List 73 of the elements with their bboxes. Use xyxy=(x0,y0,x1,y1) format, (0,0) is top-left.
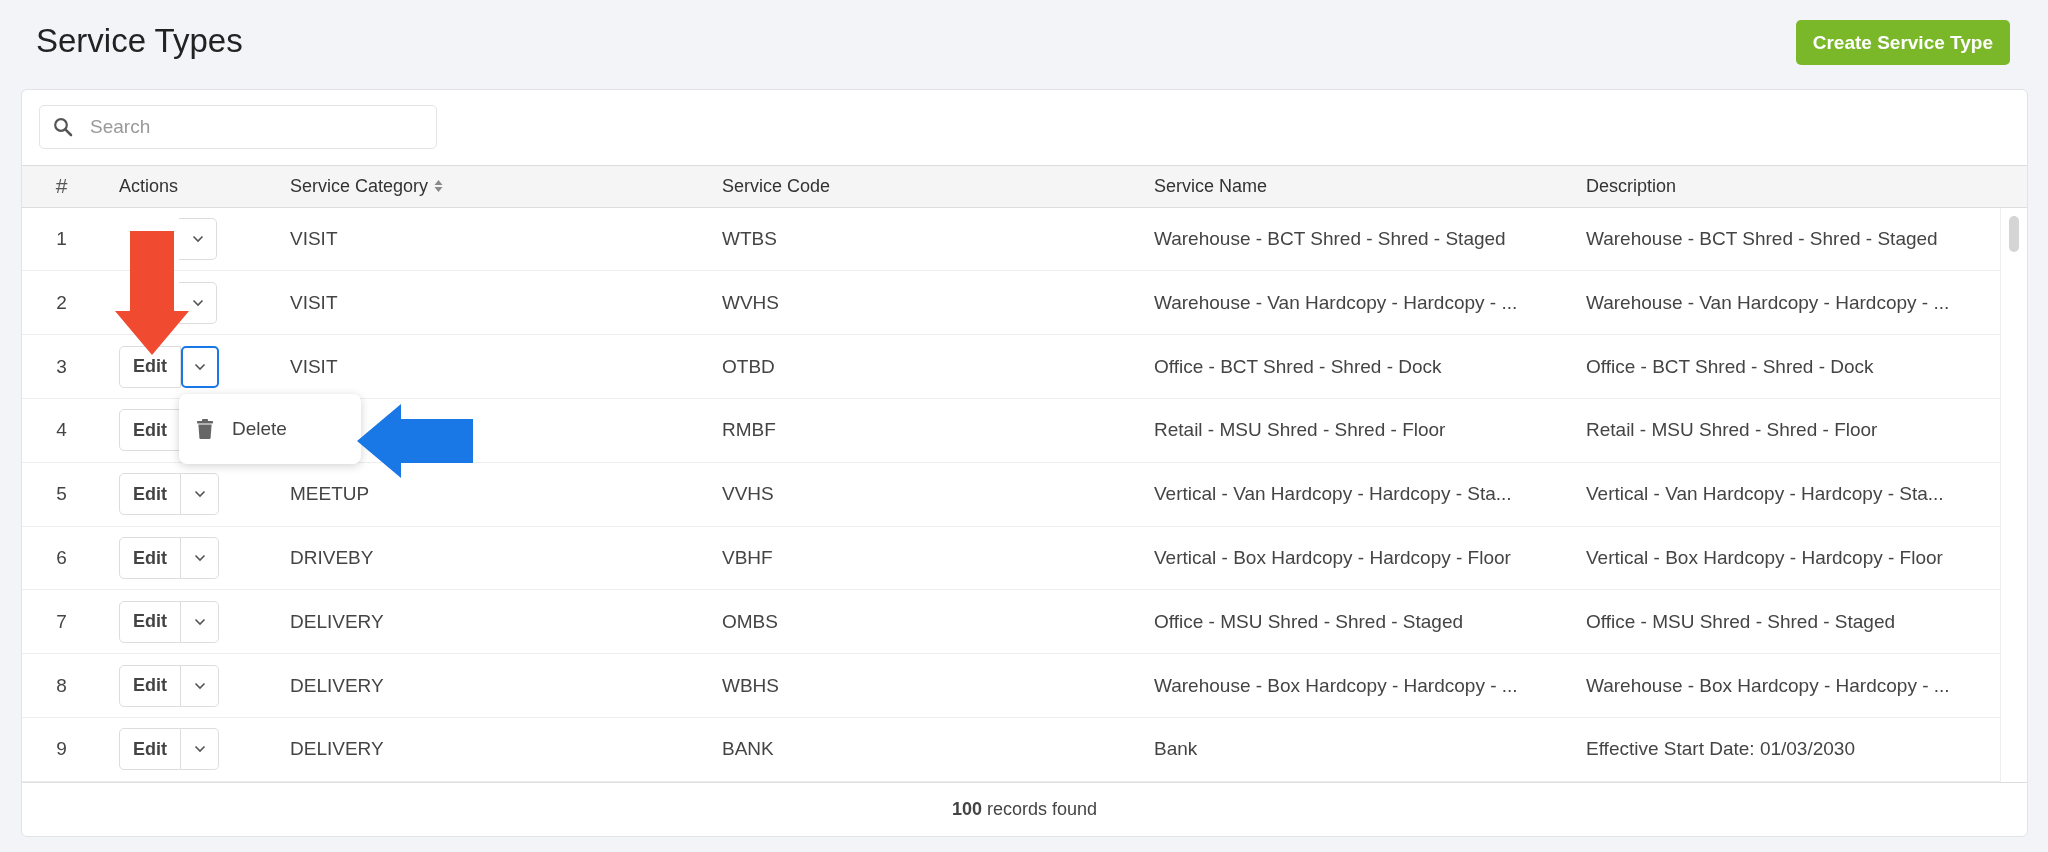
dropdown-toggle[interactable] xyxy=(181,345,219,388)
row-number: 6 xyxy=(56,547,67,570)
table-cell: RMBF xyxy=(722,419,776,442)
table-cell: OTBD xyxy=(722,355,775,378)
column-header[interactable]: Service Category xyxy=(290,175,429,197)
edit-button[interactable]: Edit xyxy=(119,728,181,771)
edit-button[interactable]: Edit xyxy=(119,473,181,516)
row-number: 2 xyxy=(56,291,67,314)
caret-icon xyxy=(193,617,206,626)
table-cell: Warehouse - BCT Shred - Shred - Staged xyxy=(1154,228,1506,251)
table-cell: VBHF xyxy=(722,547,773,570)
row-number: 9 xyxy=(56,738,67,761)
table-cell: Vertical - Box Hardcopy - Hardcopy - Floor xyxy=(1154,547,1511,570)
table-cell: Warehouse - BCT Shred - Shred - Staged xyxy=(1586,228,1938,251)
table-cell: Warehouse - Van Hardcopy - Hardcopy - ... xyxy=(1154,291,1518,314)
edit-button[interactable]: Edit xyxy=(119,409,181,452)
table-cell: OMBS xyxy=(722,610,778,633)
search-field[interactable]: Search xyxy=(39,105,437,150)
table-cell: BANK xyxy=(722,738,774,761)
edit-button[interactable]: Edit xyxy=(119,664,181,707)
table-cell: Retail - MSU Shred - Shred - Floor xyxy=(1586,419,1878,442)
table-cell: DELIVERY xyxy=(290,610,384,633)
records-count: 100 records found xyxy=(951,798,1098,820)
table-cell: DRIVEBY xyxy=(290,547,374,570)
table-cell: Vertical - Van Hardcopy - Hardcopy - Sta... xyxy=(1586,483,1944,506)
table-cell: Office - MSU Shred - Shred - Staged xyxy=(1586,610,1896,633)
row-number: 4 xyxy=(56,419,67,442)
table-cell: DELIVERY xyxy=(290,674,384,697)
table-cell: Warehouse - Van Hardcopy - Hardcopy - ... xyxy=(1586,291,1950,314)
column-header: Description xyxy=(1586,175,1677,197)
column-header: Service Code xyxy=(722,175,831,197)
row-number: 7 xyxy=(56,610,67,633)
table-cell: Effective Start Date: 01/03/2030 xyxy=(1586,738,1855,761)
trash-icon xyxy=(197,418,213,439)
column-header: # xyxy=(55,174,68,199)
column-header: Actions xyxy=(119,175,179,197)
delete-menu-item[interactable]: Delete xyxy=(197,417,287,440)
column-header: Service Name xyxy=(1154,175,1268,197)
table-cell: DELIVERY xyxy=(290,738,384,761)
caret-icon xyxy=(193,681,206,690)
table-cell: VISIT xyxy=(290,355,338,378)
table-cell: Warehouse - Box Hardcopy - Hardcopy - ... xyxy=(1586,674,1950,697)
table-cell: VVHS xyxy=(722,483,774,506)
table-cell: WVHS xyxy=(722,291,779,314)
table-cell: Vertical - Van Hardcopy - Hardcopy - Sta... xyxy=(1154,483,1512,506)
table-cell: WBHS xyxy=(722,674,779,697)
caret-icon xyxy=(194,362,206,371)
page-title: Service Types xyxy=(36,22,243,60)
edit-button[interactable]: Edit xyxy=(119,600,181,643)
sort-icon[interactable] xyxy=(434,179,444,194)
table-cell: VISIT xyxy=(290,228,338,251)
table-cell: Retail - MSU Shred - Shred - Floor xyxy=(1154,419,1446,442)
table-cell: Office - MSU Shred - Shred - Staged xyxy=(1154,610,1464,633)
table-cell: Warehouse - Box Hardcopy - Hardcopy - ... xyxy=(1154,674,1518,697)
edit-button[interactable]: Edit xyxy=(119,345,181,388)
scrollbar-thumb[interactable] xyxy=(2009,215,2019,252)
caret-icon xyxy=(193,490,206,499)
edit-button[interactable]: Edit xyxy=(119,537,181,580)
table-cell: MEETUP xyxy=(290,483,370,506)
row-number: 8 xyxy=(56,674,67,697)
table-cell: WTBS xyxy=(722,228,777,251)
row-number: 3 xyxy=(56,355,67,378)
table-cell: Bank xyxy=(1154,738,1198,761)
caret-icon xyxy=(191,298,204,307)
table-cell: Office - BCT Shred - Shred - Dock xyxy=(1586,355,1874,378)
row-number: 5 xyxy=(56,483,67,506)
row-number: 1 xyxy=(56,228,67,251)
caret-icon xyxy=(191,235,204,244)
table-cell: Office - BCT Shred - Shred - Dock xyxy=(1154,355,1442,378)
caret-icon xyxy=(193,554,206,563)
table-cell: VISIT xyxy=(290,291,338,314)
caret-icon xyxy=(193,745,206,754)
table-cell: Vertical - Box Hardcopy - Hardcopy - Floor xyxy=(1586,547,1943,570)
